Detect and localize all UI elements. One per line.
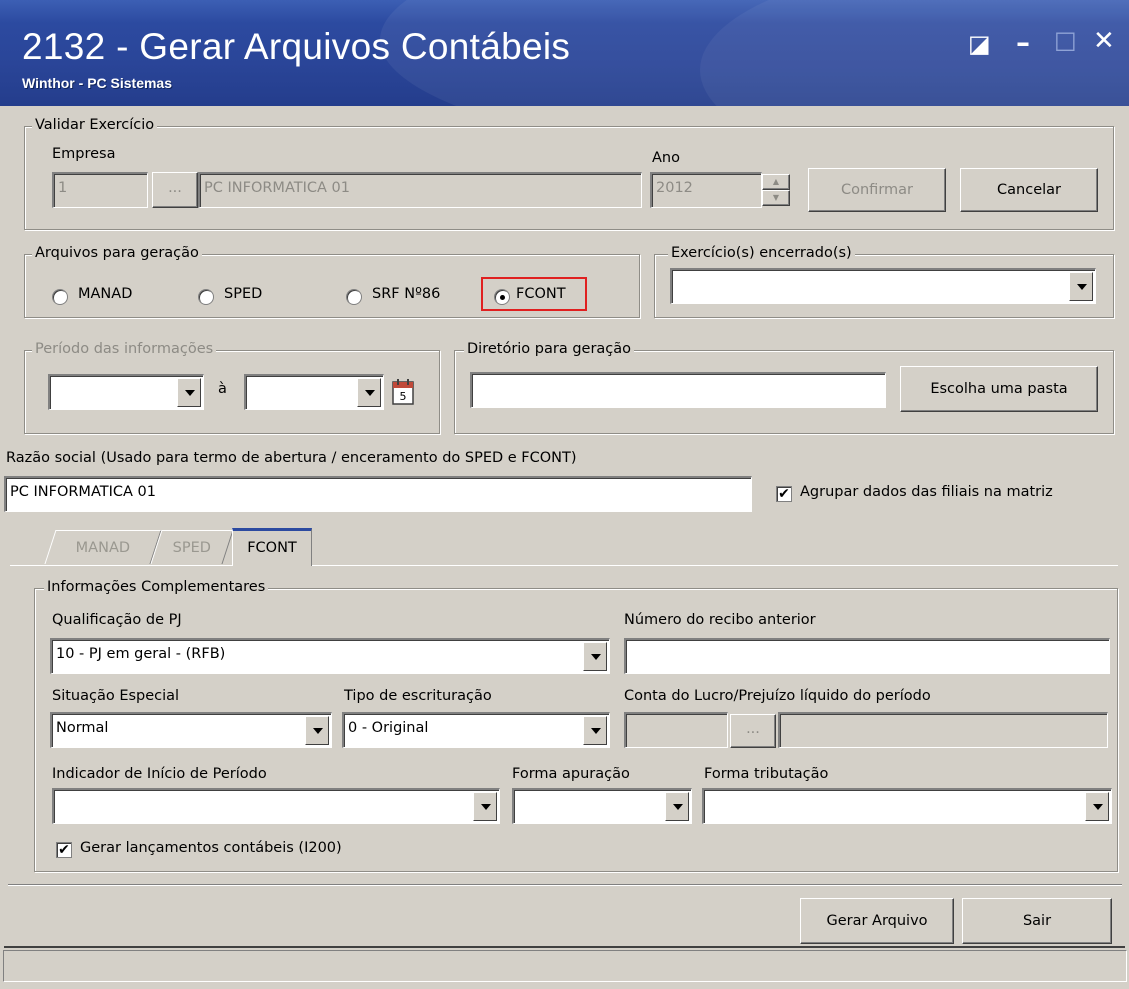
chevron-down-icon[interactable]: [357, 378, 381, 407]
gerar-arquivo-button[interactable]: Gerar Arquivo: [800, 898, 954, 944]
recibo-label: Número do recibo anterior: [624, 612, 816, 628]
qualificacao-label: Qualificação de PJ: [52, 612, 182, 628]
minimize-icon[interactable]: –: [1016, 26, 1030, 59]
periodo-fim-combo[interactable]: [244, 374, 384, 410]
svg-text:5: 5: [400, 390, 407, 403]
situacao-label: Situação Especial: [52, 688, 180, 704]
chevron-down-icon[interactable]: [583, 716, 607, 745]
diretorio-legend: Diretório para geração: [464, 340, 635, 358]
confirmar-button[interactable]: Confirmar: [808, 168, 946, 212]
chevron-down-icon[interactable]: [583, 642, 607, 671]
radio-srf86[interactable]: [346, 289, 362, 305]
escolha-pasta-button[interactable]: Escolha uma pasta: [900, 366, 1098, 412]
conta-desc-field: [778, 712, 1108, 748]
ano-label: Ano: [652, 150, 680, 166]
agrupar-checkbox[interactable]: ✔: [776, 486, 792, 502]
recibo-field[interactable]: [624, 638, 1110, 674]
forma-apuracao-combo[interactable]: [512, 788, 692, 824]
validar-exercicio-legend: Validar Exercício: [32, 116, 158, 134]
radio-manad-label[interactable]: MANAD: [78, 286, 132, 302]
radio-fcont[interactable]: [494, 289, 510, 305]
close-icon[interactable]: ✕: [1093, 26, 1115, 56]
main-window: 2132 - Gerar Arquivos Contábeis Winthor …: [0, 0, 1129, 989]
razao-social-label: Razão social (Usado para termo de abertu…: [6, 450, 577, 466]
radio-manad[interactable]: [52, 289, 68, 305]
calendar-icon[interactable]: 5: [390, 378, 416, 406]
gerar-lancamentos-label[interactable]: Gerar lançamentos contábeis (I200): [80, 840, 342, 856]
chevron-down-icon[interactable]: [177, 378, 201, 407]
tipo-escrituracao-combo[interactable]: 0 - Original: [342, 712, 610, 748]
conta-lookup-button[interactable]: ...: [730, 714, 776, 748]
qualificacao-combo[interactable]: 10 - PJ em geral - (RFB): [50, 638, 610, 674]
agrupar-label[interactable]: Agrupar dados das filiais na matriz: [800, 484, 1053, 500]
empresa-lookup-button[interactable]: ...: [152, 172, 198, 208]
periodo-separator: à: [218, 381, 227, 397]
sair-button[interactable]: Sair: [962, 898, 1112, 944]
informacoes-legend: Informações Complementares: [44, 578, 269, 596]
radio-srf86-label[interactable]: SRF Nº86: [372, 286, 440, 302]
gerar-lancamentos-checkbox[interactable]: ✔: [56, 842, 72, 858]
chevron-down-icon[interactable]: [1085, 792, 1109, 821]
tipo-escrituracao-label: Tipo de escrituração: [344, 688, 492, 704]
conta-label: Conta do Lucro/Prejuízo líquido do perío…: [624, 688, 931, 704]
forma-tributacao-label: Forma tributação: [704, 766, 829, 782]
footer-divider: [8, 884, 1122, 886]
forma-tributacao-combo[interactable]: [702, 788, 1112, 824]
empresa-code-field: 1: [52, 172, 148, 208]
empresa-name-field: PC INFORMATICA 01: [198, 172, 642, 208]
window-subtitle: Winthor - PC Sistemas: [22, 75, 173, 91]
razao-social-field[interactable]: PC INFORMATICA 01: [4, 476, 752, 512]
diretorio-field[interactable]: [470, 372, 886, 408]
exercicios-encerrados-legend: Exercício(s) encerrado(s): [668, 244, 855, 262]
cancelar-button[interactable]: Cancelar: [960, 168, 1098, 212]
chevron-down-icon[interactable]: [305, 716, 329, 745]
ano-field[interactable]: 2012: [650, 172, 762, 208]
tab-fcont[interactable]: FCONT: [232, 528, 312, 566]
conta-code-field[interactable]: [624, 712, 728, 748]
ano-spin-down-icon[interactable]: ▼: [762, 190, 790, 206]
exercicios-encerrados-combo[interactable]: [670, 268, 1096, 304]
window-title: 2132 - Gerar Arquivos Contábeis: [22, 26, 571, 67]
chevron-down-icon[interactable]: [665, 792, 689, 821]
maximize-icon[interactable]: □: [1054, 26, 1077, 54]
radio-fcont-label[interactable]: FCONT: [516, 286, 566, 302]
radio-sped[interactable]: [198, 289, 214, 305]
situacao-combo[interactable]: Normal: [50, 712, 332, 748]
status-bar: [3, 950, 1127, 982]
restore-icon[interactable]: ◪: [968, 30, 991, 58]
chevron-down-icon[interactable]: [1069, 272, 1093, 301]
tab-manad[interactable]: MANAD: [44, 530, 162, 564]
tab-baseline: [10, 565, 1118, 566]
radio-sped-label[interactable]: SPED: [224, 286, 262, 302]
forma-apuracao-label: Forma apuração: [512, 766, 630, 782]
window-bottom-edge: [4, 946, 1125, 948]
title-bar[interactable]: 2132 - Gerar Arquivos Contábeis Winthor …: [0, 0, 1129, 106]
indicador-combo[interactable]: [52, 788, 500, 824]
chevron-down-icon[interactable]: [473, 792, 497, 821]
periodo-legend: Período das informações: [32, 340, 217, 358]
arquivos-geracao-legend: Arquivos para geração: [32, 244, 202, 262]
periodo-inicio-combo[interactable]: [48, 374, 204, 410]
indicador-label: Indicador de Início de Período: [52, 766, 267, 782]
ano-spin-up-icon[interactable]: ▲: [762, 174, 790, 190]
tab-sped[interactable]: SPED: [150, 530, 234, 564]
empresa-label: Empresa: [52, 146, 116, 162]
